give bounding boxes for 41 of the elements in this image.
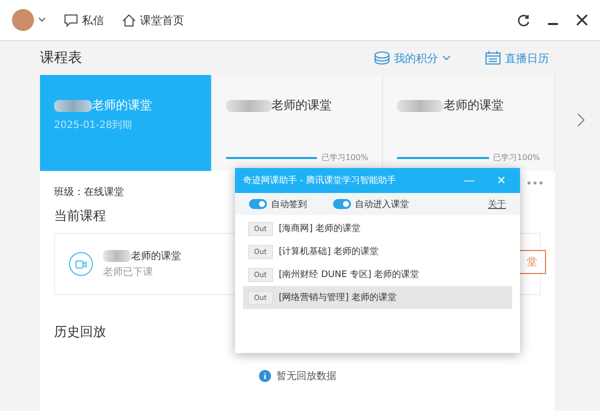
more-icon[interactable]: [527, 181, 543, 185]
blurred-name: [226, 100, 272, 112]
empty-message: 暂无回放数据: [276, 370, 336, 383]
caret-icon: [442, 55, 451, 61]
toggle-switch[interactable]: 自动进入课堂: [327, 196, 415, 212]
avatar-menu[interactable]: [10, 7, 48, 33]
home-button[interactable]: 课堂首页: [120, 10, 186, 30]
row-label: [网络营销与管理] 老师的课堂: [278, 292, 397, 304]
expiry-date: 2025-01-28到期: [54, 118, 134, 132]
page-title: 课程表: [40, 49, 83, 67]
row-label: [南州财经 DUNE 专区] 老师的课堂: [278, 268, 420, 281]
progress-label: 已学习100%: [321, 152, 368, 163]
messages-button[interactable]: 私信: [62, 10, 106, 30]
course-status: 老师已下课: [103, 266, 154, 279]
class-info: 班级：在线课堂: [54, 186, 124, 199]
course-name: 老师的课堂: [443, 98, 504, 112]
minimize-icon: [548, 23, 558, 25]
blurred-name: [397, 100, 444, 112]
course-card[interactable]: 老师的课堂 已学习100%: [383, 75, 556, 171]
camera-icon: [69, 252, 93, 276]
calendar-icon: [485, 51, 501, 65]
section-heading: 当前课程: [54, 208, 107, 225]
caret-icon: [38, 17, 46, 23]
close-button[interactable]: [574, 12, 590, 28]
progress-label: 已学习100%: [493, 152, 540, 163]
blurred-name: [103, 250, 131, 262]
course-name: 老师的课堂: [92, 98, 152, 112]
course-name: 老师的课堂: [272, 98, 332, 112]
about-link[interactable]: 关于: [482, 196, 512, 212]
blurred-name: [54, 100, 92, 112]
coins-icon: [374, 51, 390, 65]
course-card[interactable]: 老师的课堂 已学习100%: [212, 75, 384, 171]
row-label: [计算机基础] 老师的课堂: [278, 246, 379, 258]
chat-icon: [64, 14, 78, 26]
section-heading: 历史回放: [54, 324, 107, 341]
course-name: 老师的课堂: [131, 251, 181, 262]
toggle-switch[interactable]: 自动签到: [243, 196, 313, 212]
row-label: [海商网] 老师的课堂: [278, 222, 361, 235]
home-icon: [122, 14, 136, 26]
info-icon: [258, 370, 270, 382]
popup-title: 奇迹网课助手 - 腾讯课堂学习智能助手: [243, 174, 397, 187]
